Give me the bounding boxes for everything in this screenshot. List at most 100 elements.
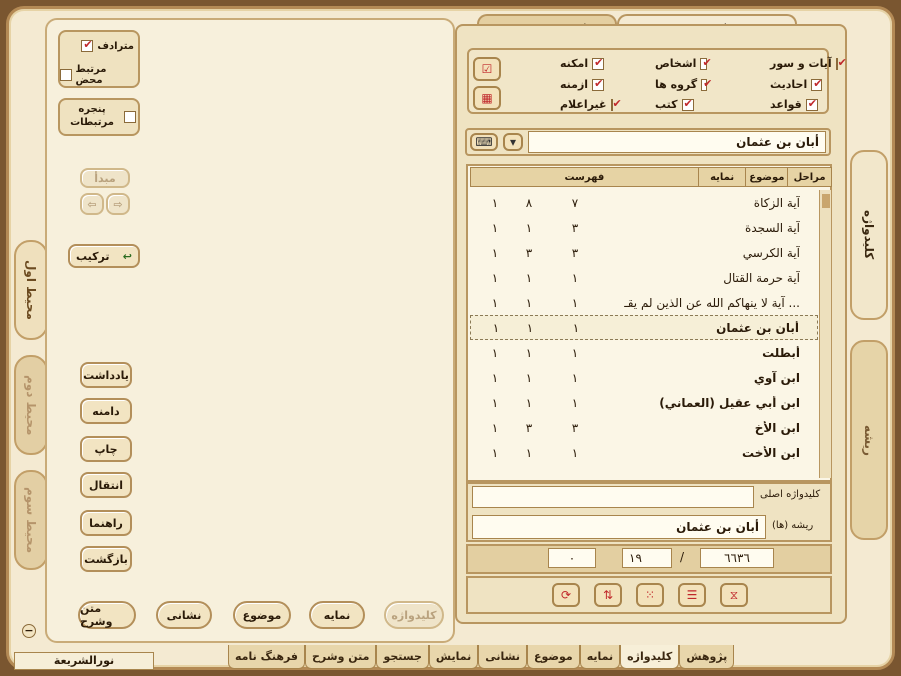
synonym-option[interactable]: مترادف (81, 38, 134, 52)
filter-checkbox[interactable] (592, 56, 605, 70)
table-row[interactable]: آية الزكاة ٧ ٨ ١ (470, 190, 818, 215)
index-button[interactable]: نمايه (309, 601, 365, 629)
row-frequency: ١ (571, 295, 579, 310)
table-row[interactable]: ابن الأخ ٣ ٣ ١ (470, 415, 818, 440)
table-row[interactable]: آية حرمة القتال ١ ١ ١ (470, 265, 818, 290)
filter-item[interactable]: ازمنه (560, 77, 612, 91)
tab-root[interactable]: ريشه (850, 340, 888, 540)
row-name: ابن أبي عقيل (العماني) (659, 395, 800, 410)
filter-label: احاديث (770, 78, 808, 91)
filter-item[interactable]: اشخاص (655, 56, 711, 71)
row-subject: ٣ (525, 245, 533, 260)
related-window-checkbox[interactable] (124, 111, 136, 123)
subject-button[interactable]: موضوع (233, 601, 291, 629)
start-button[interactable]: مبدأ (80, 168, 130, 188)
filter-checkbox[interactable] (805, 97, 818, 111)
tab-second-scope[interactable]: محيط دوم (14, 355, 48, 455)
row-subject: ١ (525, 395, 533, 410)
dropdown-button[interactable]: ▾ (503, 133, 523, 151)
filter-item[interactable]: غيراعلام (560, 97, 622, 112)
pager-current-input[interactable]: ١٩ (622, 548, 672, 568)
table-row[interactable]: آية السجدة ٣ ١ ١ (470, 215, 818, 240)
filter-toggle-button[interactable]: ⧖ (720, 583, 748, 607)
table-row[interactable]: ابن أبي عقيل (العماني) ١ ١ ١ (470, 390, 818, 415)
col-header-stages[interactable]: مراحل (787, 168, 831, 186)
filter-label: قواعد (770, 98, 802, 111)
pure-related-checkbox[interactable] (60, 69, 72, 81)
filter-label: ازمنه (560, 78, 589, 91)
pure-related-option[interactable]: مرتبط محض (60, 64, 134, 86)
print-button[interactable]: چاپ (80, 436, 132, 462)
filter-item[interactable]: امكنه (560, 56, 612, 70)
next-arrow-button[interactable]: ⇦ (80, 193, 104, 215)
table-row[interactable]: ابن آوي ١ ١ ١ (470, 365, 818, 390)
search-input[interactable]: أبان بن عثمان (528, 131, 826, 153)
note-button[interactable]: يادداشت (80, 362, 132, 388)
list-check-button[interactable]: ☰ (678, 583, 706, 607)
scope-button[interactable]: دامنه (80, 398, 132, 424)
col-header-frequency[interactable]: نمايه (697, 168, 746, 186)
related-window-box[interactable]: پنجره مرتبطات (58, 98, 140, 136)
table-row[interactable]: آية الكرسي ٣ ٣ ١ (470, 240, 818, 265)
clear-filters-button[interactable]: ▦ (473, 86, 501, 110)
text-commentary-button[interactable]: متن وشرح (78, 601, 136, 629)
refresh-button[interactable]: ⟳ (552, 583, 580, 607)
guide-button[interactable]: راهنما (80, 510, 132, 536)
filter-checkbox[interactable] (700, 56, 711, 70)
filter-item[interactable]: قواعد (770, 97, 822, 111)
table-scrollbar[interactable] (819, 190, 831, 478)
select-all-filters-button[interactable]: ☑ (473, 57, 501, 81)
bottom-tab[interactable]: متن وشرح (305, 645, 377, 669)
row-stages: ١ (491, 370, 499, 385)
row-frequency: ١ (571, 395, 579, 410)
row-stages: ١ (491, 420, 499, 435)
filter-checkbox[interactable] (811, 77, 822, 91)
bottom-tab[interactable]: جستجو (376, 645, 429, 669)
bottom-tab[interactable]: نشانى (478, 645, 527, 669)
return-button[interactable]: بازگشت (80, 546, 132, 572)
table-row[interactable]: آية لا ينهاكم الله عن الذين لم يقـ ... ١ ١… (470, 290, 818, 315)
prev-arrow-button[interactable]: ⇨ (106, 193, 130, 215)
filter-checkbox[interactable] (610, 97, 622, 111)
col-header-index[interactable]: فهرست (471, 168, 698, 186)
tab-first-scope[interactable]: محيط اول (14, 240, 48, 340)
filter-checkbox[interactable] (681, 97, 694, 111)
row-subject: ٨ (525, 195, 533, 210)
address-button[interactable]: نشانى (156, 601, 212, 629)
synonym-checkbox[interactable] (81, 38, 94, 52)
filter-checkbox[interactable] (701, 77, 712, 91)
minimize-icon[interactable]: − (22, 624, 36, 638)
table-row[interactable]: أبطلت ١ ١ ١ (470, 340, 818, 365)
col-header-subject[interactable]: موضوع (745, 168, 787, 186)
keyword-button[interactable]: كليدواژه (384, 601, 444, 629)
filter-item[interactable]: گروه ها (655, 77, 712, 92)
swap-button[interactable]: ⇅ (594, 583, 622, 607)
keyboard-button[interactable]: ⌨ (470, 133, 498, 151)
transfer-button[interactable]: انتقال (80, 472, 132, 498)
tab-third-scope[interactable]: محيط سوم (14, 470, 48, 570)
bottom-tab[interactable]: نمايش (428, 645, 479, 669)
row-name: أبان بن عثمان (716, 320, 799, 335)
filter-checkbox[interactable] (835, 56, 847, 70)
bottom-tab[interactable]: نمايه (579, 645, 621, 669)
bottom-tab[interactable]: پژوهش (679, 645, 735, 669)
original-keyword-input[interactable] (472, 486, 754, 508)
tab-keyword[interactable]: كليدواژه (850, 150, 888, 320)
table-row[interactable]: أبان بن عثمان ١ ١ ١ (470, 315, 818, 340)
filter-item[interactable]: آيات و سور (770, 56, 847, 71)
bottom-tab[interactable]: فرهنگ نامه (228, 645, 305, 669)
bottom-tab[interactable]: موضوع (526, 645, 580, 669)
original-keyword-label: كليدواژه اصلى (760, 489, 821, 500)
compose-button[interactable]: تركيب ↩ (68, 244, 140, 268)
row-frequency: ٣ (571, 245, 579, 260)
filter-checkbox[interactable] (592, 77, 605, 91)
scroll-thumb[interactable] (822, 194, 830, 208)
bottom-tab[interactable]: كليدواژه (620, 645, 680, 669)
row-subject: ١ (526, 320, 534, 335)
root-input[interactable]: أبان بن عثمان (472, 515, 766, 539)
table-row[interactable]: ابن الأخت ١ ١ ١ (470, 440, 818, 465)
filter-icon: ⧖ (729, 587, 739, 602)
grid-select-button[interactable]: ⁙ (636, 583, 664, 607)
filter-item[interactable]: احاديث (770, 77, 822, 92)
filter-item[interactable]: كتب (655, 97, 707, 111)
